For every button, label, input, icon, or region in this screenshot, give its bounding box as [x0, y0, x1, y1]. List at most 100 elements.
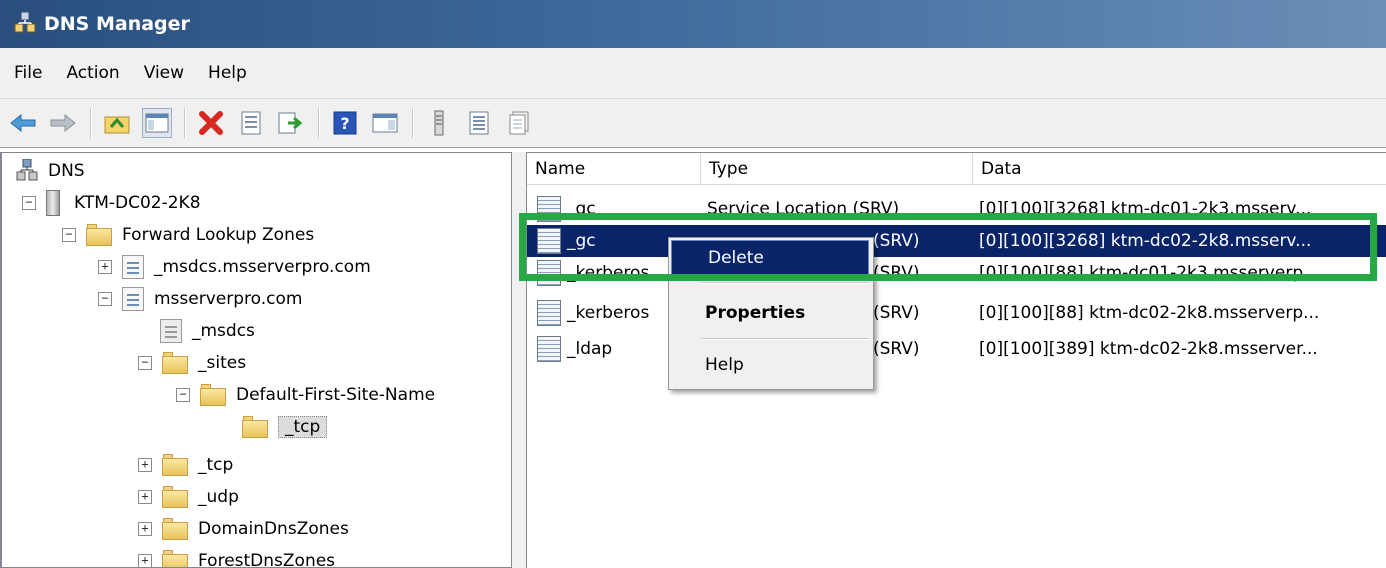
record-name: _gc: [567, 199, 596, 219]
tree-label: Default-First-Site-Name: [236, 385, 436, 405]
title-bar: DNS Manager: [0, 0, 1386, 48]
menu-separator: [701, 282, 869, 284]
action-pane-icon[interactable]: [370, 108, 400, 138]
record-type: (SRV): [873, 231, 920, 251]
dns-manager-icon: [14, 11, 36, 36]
column-header-name[interactable]: Name: [527, 153, 701, 185]
tree-label: DomainDnsZones: [198, 519, 349, 539]
toolbar-separator: [318, 108, 320, 138]
toolbar-separator: [412, 108, 414, 138]
srv-record-icon: [537, 228, 561, 254]
tree-node-domaindnszones[interactable]: + DomainDnsZones: [138, 513, 349, 545]
tree-node-tcp[interactable]: + _tcp: [138, 449, 233, 481]
record-name: _kerberos: [567, 303, 650, 323]
tree-label: DNS: [48, 161, 85, 181]
srv-record-icon: [537, 196, 561, 222]
tree-node-zone-msdcs[interactable]: + _msdcs.msserverpro.com: [98, 251, 371, 283]
pane-splitter[interactable]: [512, 152, 526, 568]
folder-icon: [200, 384, 226, 406]
console-tree: DNS − KTM-DC02-2K8 − Forward Lookup Zone…: [0, 152, 512, 568]
tree-label: KTM-DC02-2K8: [74, 193, 201, 213]
collapse-icon[interactable]: −: [22, 196, 36, 210]
show-hide-tree-icon[interactable]: [142, 108, 172, 138]
table-row[interactable]: _gc Service Location (SRV) [0][100][3268…: [527, 193, 1386, 225]
forward-arrow-icon[interactable]: [48, 108, 78, 138]
delete-icon[interactable]: [196, 108, 226, 138]
table-row-selected[interactable]: _gc (SRV) [0][100][3268] ktm-dc02-2k8.ms…: [527, 225, 1386, 257]
up-folder-icon[interactable]: [102, 108, 132, 138]
tree-label: msserverpro.com: [154, 289, 303, 309]
back-arrow-icon[interactable]: [8, 108, 38, 138]
record-type: (SRV): [873, 339, 920, 359]
expand-icon[interactable]: +: [138, 458, 152, 472]
dns-icon: [16, 158, 38, 183]
export-list-icon[interactable]: [276, 108, 306, 138]
menu-action[interactable]: Action: [66, 63, 119, 83]
expand-icon[interactable]: +: [138, 490, 152, 504]
doc-icon[interactable]: [504, 108, 534, 138]
tree-node-msdcs[interactable]: _msdcs: [160, 315, 255, 347]
record-name: _ldap: [567, 339, 613, 359]
record-data: [0][100][88] ktm-dc01-2k3.msserverp...: [979, 263, 1320, 283]
expand-icon[interactable]: +: [98, 260, 112, 274]
server-icon: [46, 190, 60, 216]
collapse-icon[interactable]: −: [138, 356, 152, 370]
toolbar-separator: [184, 108, 186, 138]
collapse-icon[interactable]: −: [62, 228, 76, 242]
tree-label: _udp: [198, 487, 239, 507]
toolbar-separator: [90, 108, 92, 138]
tree-node-dns[interactable]: DNS: [16, 155, 85, 187]
record-type: (SRV): [873, 303, 920, 323]
expand-icon[interactable]: +: [138, 522, 152, 536]
tree-node-forestdnszones[interactable]: + ForestDnsZones: [138, 545, 335, 567]
tree-label-selected: _tcp: [278, 416, 328, 438]
srv-record-icon: [537, 336, 561, 362]
help-icon[interactable]: ?: [330, 108, 360, 138]
toolbar: ?: [0, 98, 1386, 148]
folder-icon: [162, 550, 188, 567]
tree-node-site-tcp[interactable]: _tcp: [242, 411, 328, 443]
tree-node-server[interactable]: − KTM-DC02-2K8: [22, 187, 201, 219]
zone-icon: [122, 255, 144, 279]
record-type: Service Location (SRV): [707, 199, 900, 219]
srv-record-icon: [537, 260, 561, 286]
context-menu-properties[interactable]: Properties: [669, 294, 873, 332]
window-title: DNS Manager: [44, 13, 190, 35]
menu-help[interactable]: Help: [208, 63, 247, 83]
tree-node-udp[interactable]: + _udp: [138, 481, 239, 513]
record-name: _gc: [567, 231, 596, 251]
expand-icon[interactable]: +: [138, 554, 152, 567]
tree-node-default-first-site[interactable]: − Default-First-Site-Name: [176, 379, 435, 411]
srv-record-icon: [537, 300, 561, 326]
tree-node-forward-lookup-zones[interactable]: − Forward Lookup Zones: [62, 219, 314, 251]
collapse-icon[interactable]: −: [98, 292, 112, 306]
folder-icon: [162, 486, 188, 508]
properties-icon[interactable]: [236, 108, 266, 138]
tree-label: _msdcs.msserverpro.com: [154, 257, 371, 277]
folder-icon: [242, 416, 268, 438]
collapse-icon[interactable]: −: [176, 388, 190, 402]
column-header-type[interactable]: Type: [701, 153, 973, 185]
menu-view[interactable]: View: [144, 63, 184, 83]
tree-node-zone-main[interactable]: − msserverpro.com: [98, 283, 302, 315]
table-row[interactable]: _kerberos (SRV) [0][100][88] ktm-dc02-2k…: [527, 297, 1386, 329]
tree-label: Forward Lookup Zones: [122, 225, 315, 245]
menu-file[interactable]: File: [14, 63, 42, 83]
tree-label: _sites: [198, 353, 247, 373]
context-menu-delete[interactable]: Delete: [671, 240, 869, 276]
record-data: [0][100][3268] ktm-dc01-2k3.msserv...: [979, 199, 1312, 219]
context-menu: Delete Properties Help: [668, 237, 874, 390]
folder-icon: [162, 352, 188, 374]
delegated-zone-icon: [160, 319, 182, 343]
table-row[interactable]: _ldap (SRV) [0][100][389] ktm-dc02-2k8.m…: [527, 333, 1386, 365]
column-header-data[interactable]: Data: [973, 153, 1386, 185]
context-menu-help[interactable]: Help: [669, 346, 873, 384]
menu-separator: [701, 338, 869, 340]
menu-bar: File Action View Help: [0, 48, 1386, 98]
tree-node-sites[interactable]: − _sites: [138, 347, 246, 379]
folder-icon: [162, 454, 188, 476]
record-name: _kerberos: [567, 263, 650, 283]
table-row[interactable]: _kerberos (SRV) [0][100][88] ktm-dc01-2k…: [527, 257, 1386, 289]
list-icon[interactable]: [464, 108, 494, 138]
server-icon[interactable]: [424, 108, 454, 138]
